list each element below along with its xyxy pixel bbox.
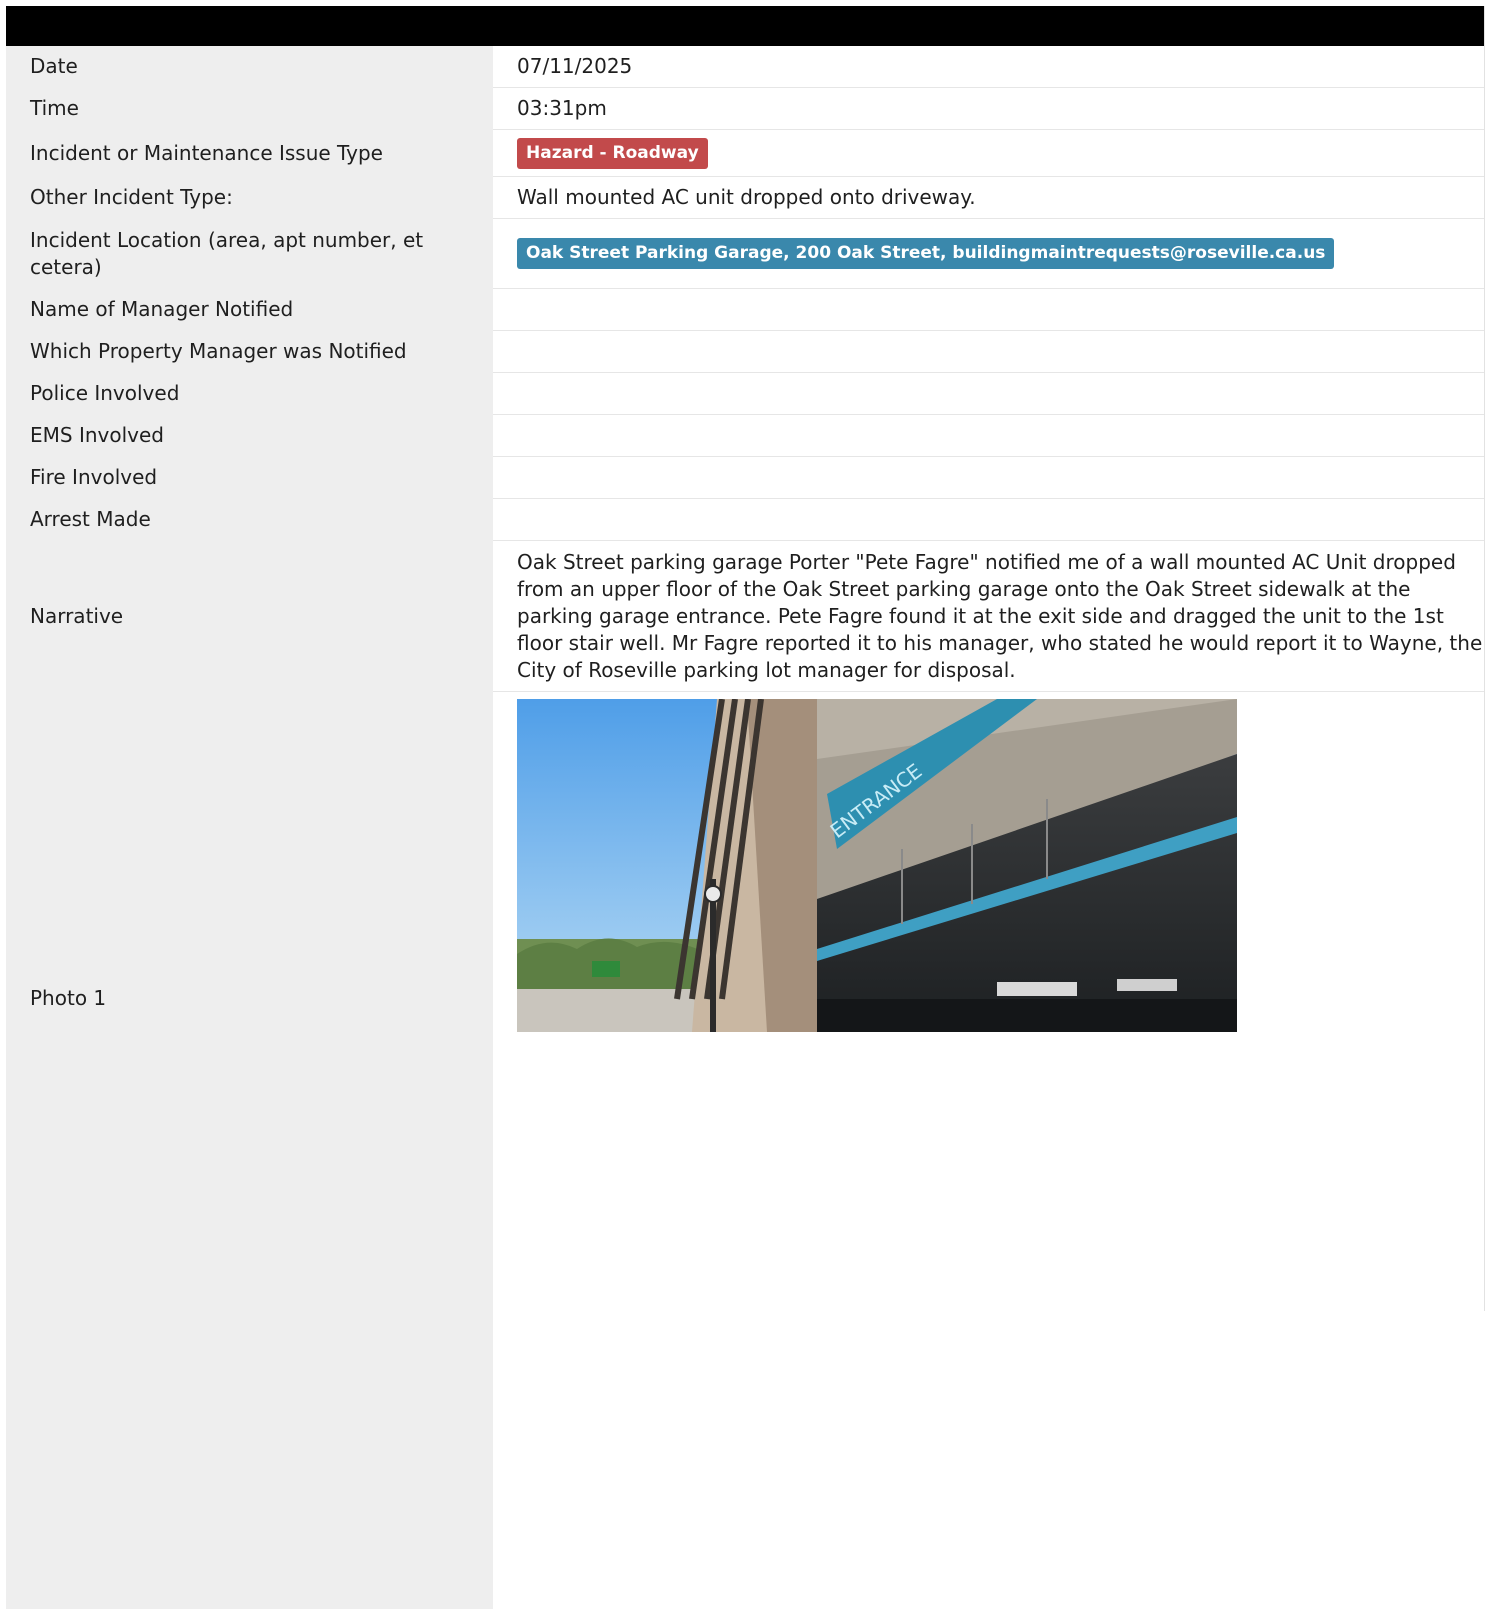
ems-label: EMS Involved [6, 414, 493, 457]
row-date: Date 07/11/2025 [6, 46, 1484, 88]
issue-type-badge: Hazard - Roadway [517, 137, 708, 169]
date-label: Date [6, 46, 493, 88]
narrative-label: Narrative [6, 540, 493, 692]
row-manager-name: Name of Manager Notified [6, 288, 1484, 331]
row-police: Police Involved [6, 372, 1484, 415]
police-label: Police Involved [6, 372, 493, 415]
fire-value [493, 456, 1484, 499]
row-photo-1: Photo 1 ENTRANCE [6, 691, 1484, 1609]
police-value [493, 372, 1484, 415]
row-time: Time 03:31pm [6, 87, 1484, 130]
other-type-label: Other Incident Type: [6, 176, 493, 219]
header-bar [6, 6, 1484, 46]
location-badge: Oak Street Parking Garage, 200 Oak Stree… [517, 238, 1335, 269]
property-manager-value [493, 330, 1484, 373]
photo-1-label: Photo 1 [6, 691, 493, 1609]
manager-name-value [493, 288, 1484, 331]
ems-value [493, 414, 1484, 457]
row-location: Incident Location (area, apt number, et … [6, 218, 1484, 289]
date-value: 07/11/2025 [493, 46, 1484, 88]
location-label: Incident Location (area, apt number, et … [6, 218, 493, 289]
incident-record: Date 07/11/2025 Time 03:31pm Incident or… [6, 6, 1485, 1609]
photo-1-cell: ENTRANCE [493, 692, 1484, 1609]
narrative-value: Oak Street parking garage Porter "Pete F… [493, 540, 1484, 692]
row-other-type: Other Incident Type: Wall mounted AC uni… [6, 176, 1484, 219]
property-manager-label: Which Property Manager was Notified [6, 330, 493, 373]
row-property-manager: Which Property Manager was Notified [6, 330, 1484, 373]
arrest-label: Arrest Made [6, 498, 493, 541]
arrest-value [493, 498, 1484, 541]
time-label: Time [6, 87, 493, 130]
photo-1-image[interactable]: ENTRANCE [517, 699, 1237, 1032]
location-cell: Oak Street Parking Garage, 200 Oak Stree… [493, 218, 1484, 289]
row-issue-type: Incident or Maintenance Issue Type Hazar… [6, 129, 1484, 177]
issue-type-cell: Hazard - Roadway [493, 129, 1484, 177]
row-narrative: Narrative Oak Street parking garage Port… [6, 540, 1484, 692]
row-fire: Fire Involved [6, 456, 1484, 499]
time-value: 03:31pm [493, 87, 1484, 130]
fire-label: Fire Involved [6, 456, 493, 499]
issue-type-label: Incident or Maintenance Issue Type [6, 129, 493, 177]
row-ems: EMS Involved [6, 414, 1484, 457]
other-type-value: Wall mounted AC unit dropped onto drivew… [493, 176, 1484, 219]
row-arrest: Arrest Made [6, 498, 1484, 541]
manager-name-label: Name of Manager Notified [6, 288, 493, 331]
record-table: Date 07/11/2025 Time 03:31pm Incident or… [6, 46, 1484, 1609]
